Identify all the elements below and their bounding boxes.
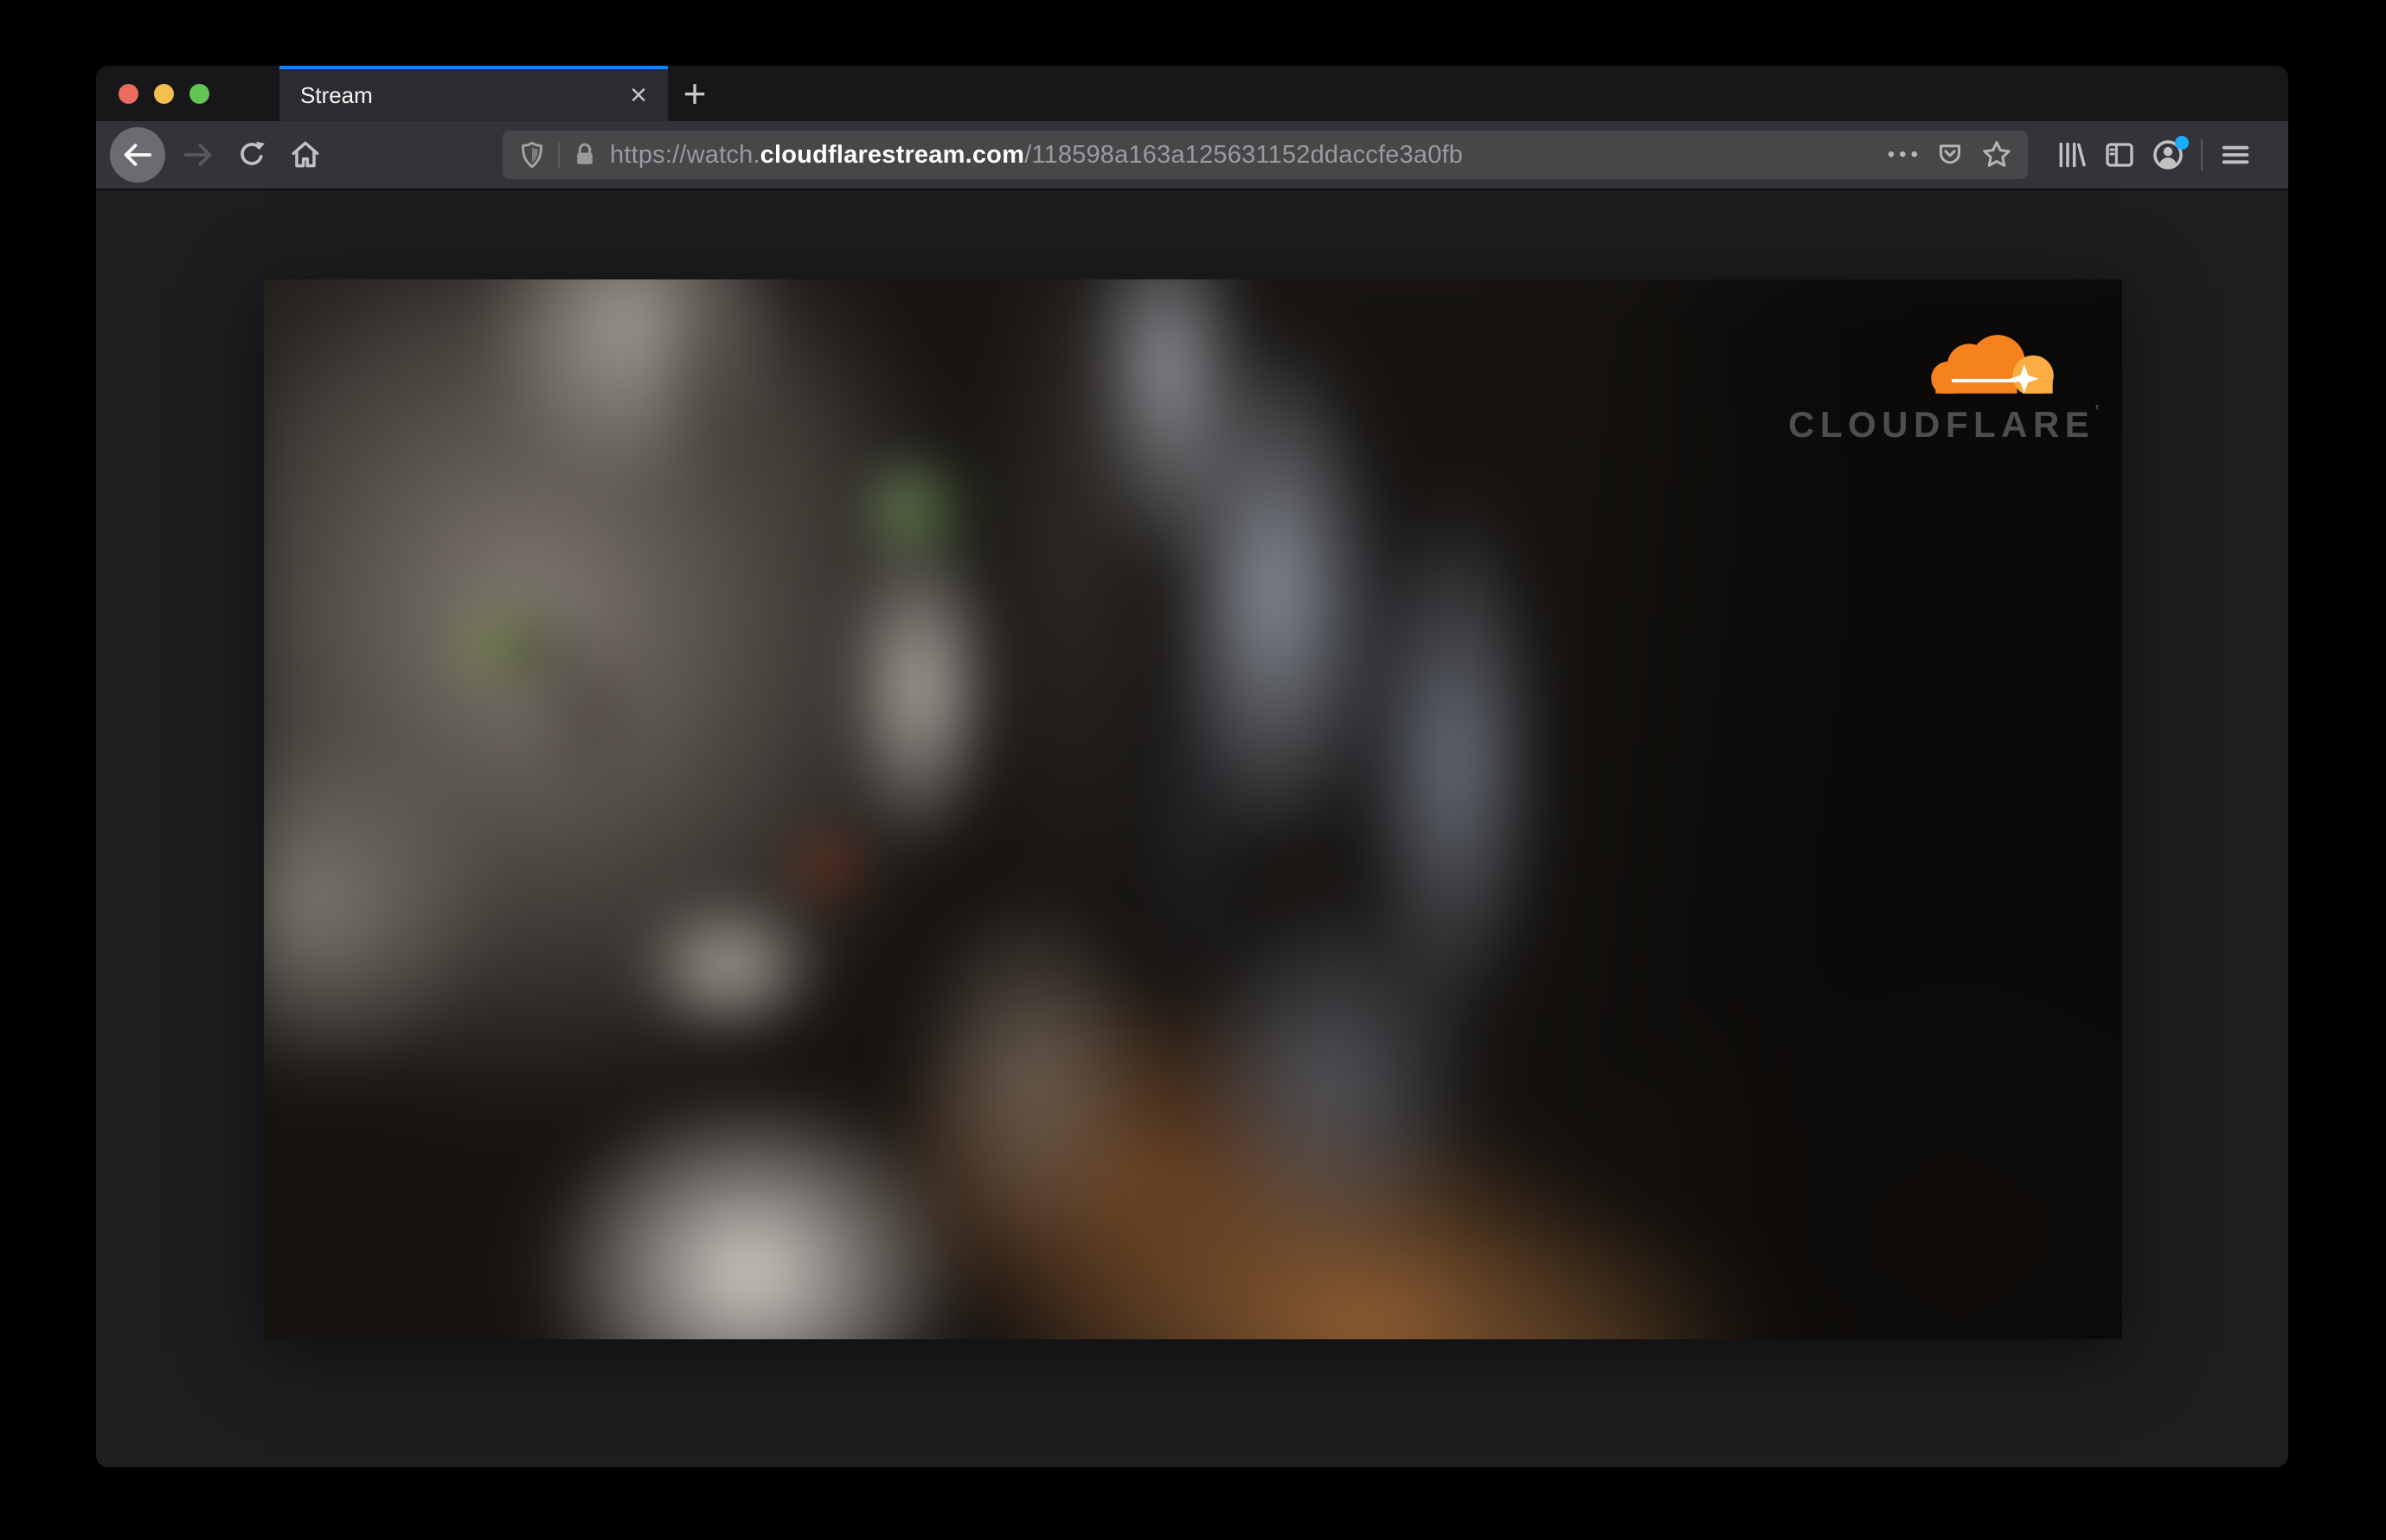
tab-stream[interactable]: Stream ×	[279, 66, 668, 121]
bookmark-star-icon	[1983, 141, 2011, 167]
reload-button[interactable]	[228, 131, 276, 179]
cloudflare-wordmark: CLOUDFLARE’	[1788, 402, 2100, 445]
forward-button[interactable]	[174, 131, 222, 179]
cloudflare-logo: CLOUDFLARE’	[1788, 330, 2100, 446]
reload-icon	[241, 141, 265, 165]
forward-icon	[183, 144, 212, 166]
back-button[interactable]	[110, 127, 165, 183]
menu-button[interactable]	[2211, 131, 2260, 179]
library-button[interactable]	[2047, 131, 2095, 179]
bookmark-button[interactable]	[1979, 138, 2014, 172]
url-domain: cloudflarestream.com	[760, 140, 1025, 169]
lock-icon	[577, 143, 593, 164]
menu-icon	[2222, 145, 2249, 164]
minimize-window-button[interactable]	[154, 83, 174, 104]
shield-icon	[522, 141, 542, 169]
new-tab-button[interactable]: +	[670, 71, 719, 116]
sidebar-button[interactable]	[2095, 131, 2144, 179]
sidebar-icon	[2106, 143, 2133, 167]
home-button[interactable]	[281, 131, 330, 179]
page-content: CLOUDFLARE’	[96, 190, 2288, 1466]
close-tab-icon[interactable]: ×	[623, 80, 654, 110]
library-icon	[2059, 142, 2086, 168]
url-path: /118598a163a125631152ddaccfe3a0fb	[1024, 140, 1464, 169]
new-tab-icon: +	[683, 71, 707, 116]
video-player[interactable]: CLOUDFLARE’	[264, 279, 2122, 1339]
connection-security-button[interactable]	[570, 140, 600, 170]
url-bar[interactable]: https://watch.cloudflarestream.com/11859…	[503, 131, 2028, 179]
page-actions-button[interactable]: •••	[1888, 143, 1922, 167]
navigation-toolbar: https://watch.cloudflarestream.com/11859…	[96, 121, 2288, 190]
page-actions-icon: •••	[1887, 143, 1922, 166]
close-window-button[interactable]	[119, 83, 138, 104]
tab-title: Stream	[300, 81, 373, 108]
zoom-window-button[interactable]	[189, 83, 209, 104]
trademark-mark: ’	[2094, 402, 2100, 420]
save-to-pocket-button[interactable]	[1934, 139, 1966, 170]
account-notification-dot	[2175, 136, 2189, 150]
account-button[interactable]	[2144, 131, 2192, 179]
browser-window: Stream × + https://watch.cloudflarestrea…	[96, 66, 2288, 1467]
toolbar-separator	[2201, 139, 2203, 170]
desktop-background: Stream × + https://watch.cloudflarestrea…	[0, 0, 2386, 1540]
tab-bar: Stream × +	[96, 66, 2288, 121]
cloudflare-cloud-icon	[1931, 335, 2054, 394]
traffic-lights	[119, 66, 209, 121]
home-icon	[292, 141, 319, 168]
url-scheme: https://watch.	[610, 140, 760, 169]
url-input[interactable]: https://watch.cloudflarestream.com/11859…	[610, 141, 1881, 170]
back-icon	[124, 144, 152, 166]
tracking-protection-button[interactable]	[516, 139, 548, 170]
pocket-icon	[1940, 144, 1960, 164]
urlbar-divider	[558, 142, 560, 168]
